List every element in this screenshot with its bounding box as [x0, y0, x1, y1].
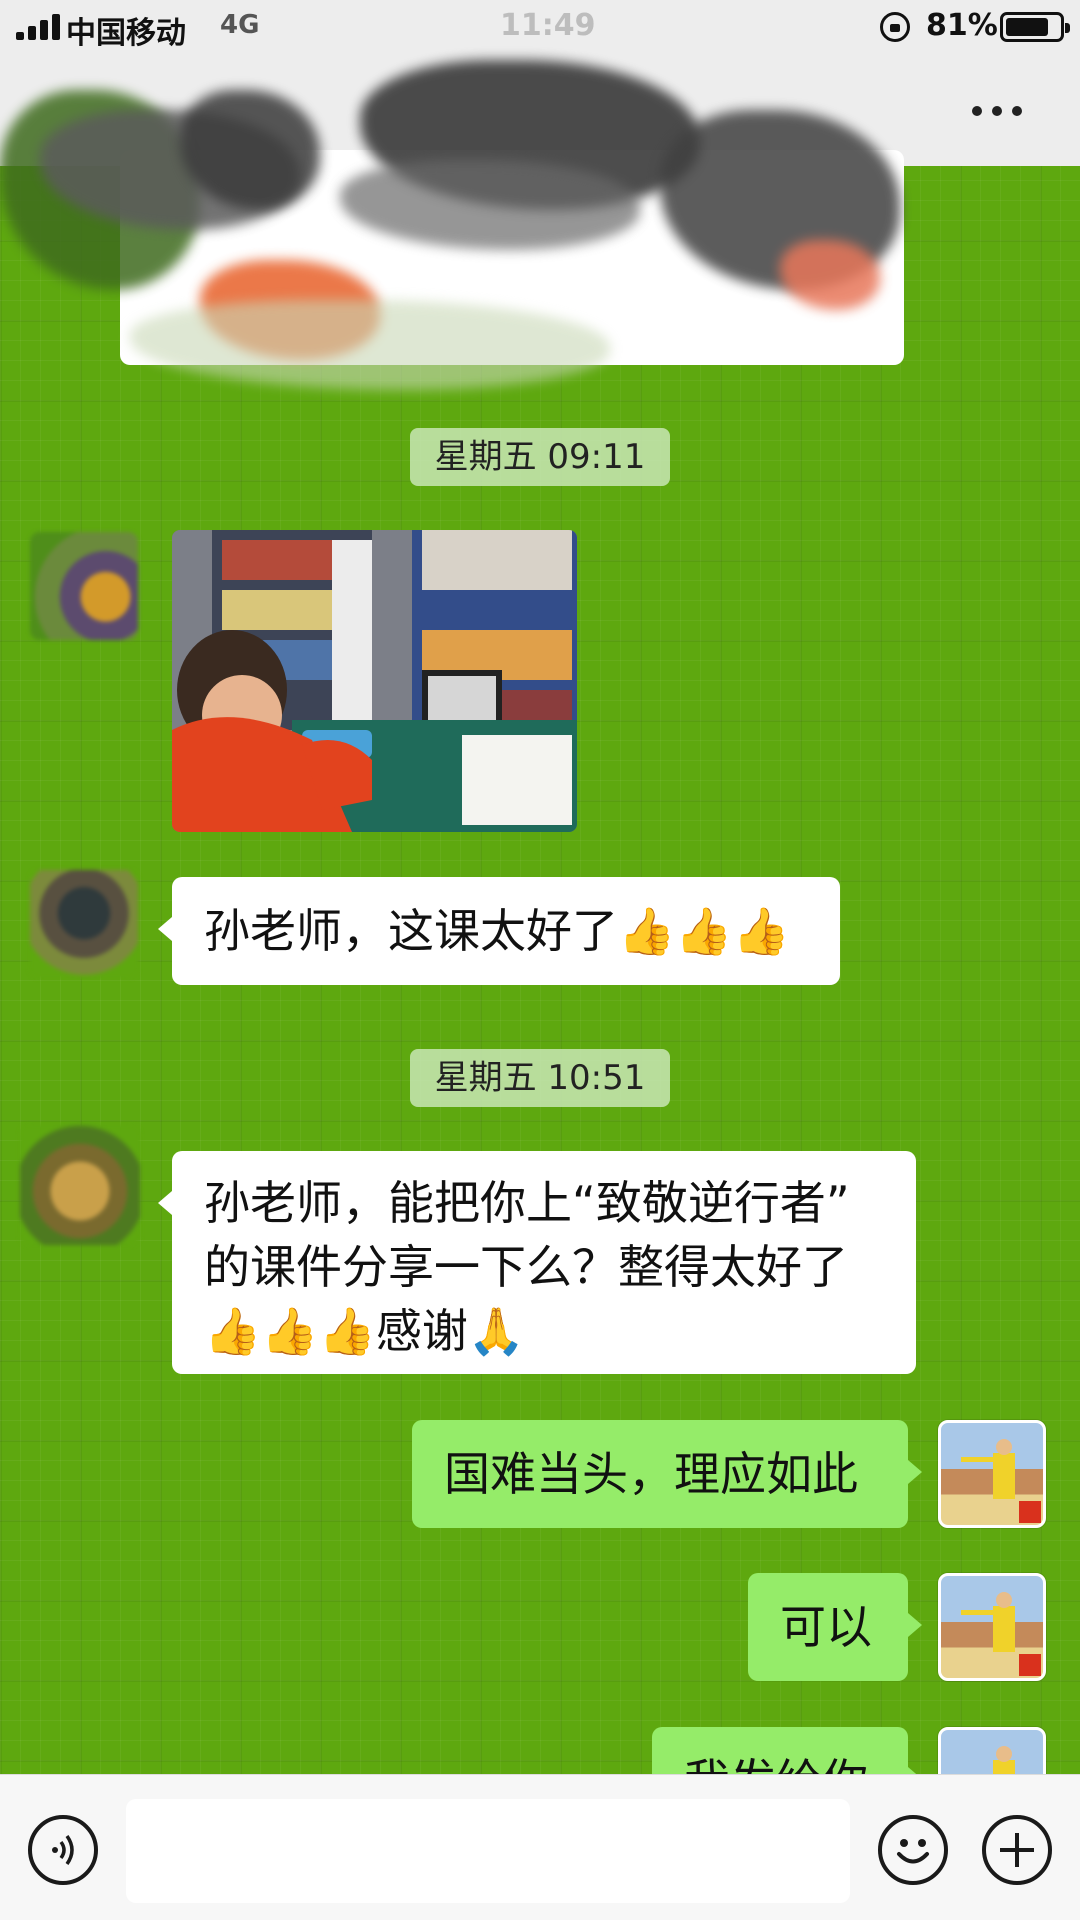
chat-screen: 中国移动 4G 11:49 81% 星期五 09:11 孙老师，这课太好了👍👍👍…	[0, 0, 1080, 1920]
text-message[interactable]: 孙老师，能把你上“致敬逆行者” 的课件分享一下么？整得太好了 👍👍👍感谢🙏	[158, 1151, 916, 1374]
signal-icon	[16, 14, 60, 40]
photo-icon	[172, 530, 577, 832]
message-line: 👍👍👍感谢🙏	[204, 1304, 526, 1358]
input-bar	[0, 1774, 1080, 1920]
voice-icon	[52, 1834, 74, 1866]
avatar[interactable]	[20, 1125, 140, 1245]
emoji-icon	[897, 1839, 929, 1864]
more-icon[interactable]	[970, 96, 1024, 126]
avatar-photo	[961, 1592, 1041, 1676]
image-message[interactable]	[172, 530, 577, 832]
emoji-button[interactable]	[878, 1815, 948, 1885]
time-separator: 星期五 09:11	[410, 428, 670, 486]
message-line: 孙老师，能把你上“致敬逆行者”	[204, 1176, 850, 1230]
time-separator: 星期五 10:51	[410, 1049, 670, 1107]
avatar[interactable]	[30, 870, 138, 978]
carrier-name: 中国移动	[66, 16, 186, 51]
avatar[interactable]	[30, 532, 138, 640]
avatar-self[interactable]	[938, 1573, 1046, 1681]
battery-icon	[1000, 12, 1070, 42]
battery-fill	[1006, 18, 1048, 36]
sent-message[interactable]: 可以	[748, 1573, 922, 1681]
text-message[interactable]: 孙老师，这课太好了👍👍👍	[158, 877, 840, 985]
status-time: 11:49	[500, 8, 596, 43]
battery-percent: 81%	[926, 8, 998, 43]
message-line: 的课件分享一下么？整得太好了	[204, 1240, 848, 1294]
message-input[interactable]	[126, 1799, 850, 1903]
avatar-photo	[961, 1439, 1041, 1523]
status-bar: 中国移动 4G 11:49 81%	[0, 0, 1080, 56]
network-type: 4G	[220, 10, 260, 40]
message-text: 可以	[780, 1600, 872, 1654]
rotation-lock-icon	[880, 12, 910, 42]
message-text: 孙老师，这课太好了👍👍👍	[204, 904, 790, 958]
plus-button[interactable]	[982, 1815, 1052, 1885]
sent-message[interactable]: 国难当头，理应如此	[412, 1420, 922, 1528]
avatar-self[interactable]	[938, 1420, 1046, 1528]
plus-icon	[1000, 1833, 1034, 1867]
voice-button[interactable]	[28, 1815, 98, 1885]
message-text: 国难当头，理应如此	[444, 1447, 858, 1501]
